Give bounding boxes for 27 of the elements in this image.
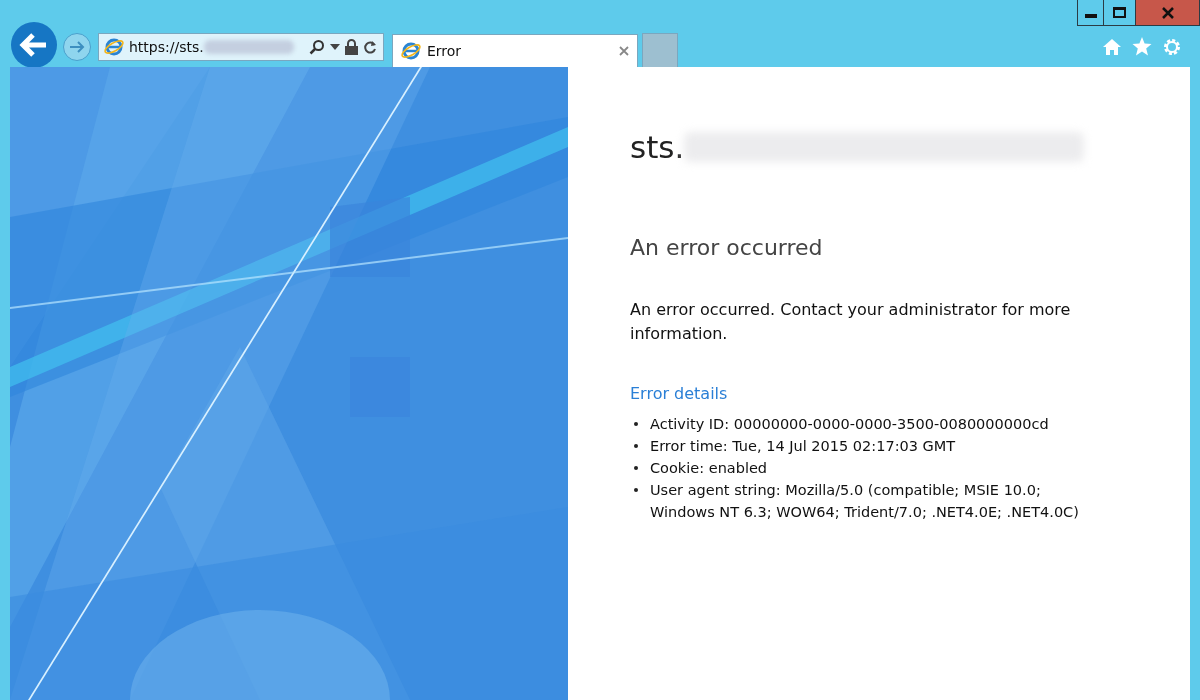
back-button[interactable] [10,20,58,69]
error-message: An error occurred. Contact your administrator for more information. [630,299,1072,345]
caret-icon[interactable] [329,43,340,50]
error-details-link[interactable]: Error details [630,384,1190,403]
browser-logo-icon [104,36,124,57]
detail-text: Activity ID: 00000000-0000-0000-3500-0080000000cd [650,415,1050,434]
bullet-icon [634,422,638,426]
close-icon[interactable] [619,46,629,56]
close-icon [1161,6,1174,19]
page-heading: An error occurred [630,235,824,260]
bullet-icon [634,466,638,470]
search-icon[interactable] [308,38,325,55]
refresh-icon[interactable] [362,38,377,55]
url-text: https://sts. [129,38,204,55]
bullet-icon [634,444,638,448]
address-bar[interactable]: https://sts. [98,32,384,61]
site-title: sts. [630,129,685,165]
detail-text: User agent string: Mozilla/5.0 (compatible; MSIE 10.0; Windows NT 6.3; WOW64; Trident/7.0; .NET4.0E; .NET4.0C) [650,481,1080,522]
detail-text: Error time: Tue, 14 Jul 2015 02:17:03 GMT [650,437,957,456]
close-button[interactable] [1136,0,1199,25]
lock-icon[interactable] [344,38,358,55]
browser-logo-icon [401,41,421,61]
detail-text: Cookie: enabled [650,459,769,478]
bullet-icon [634,488,638,492]
star-icon[interactable] [1132,37,1152,56]
browser-tab[interactable]: Error [392,34,638,67]
tab-title: Error [427,43,463,59]
